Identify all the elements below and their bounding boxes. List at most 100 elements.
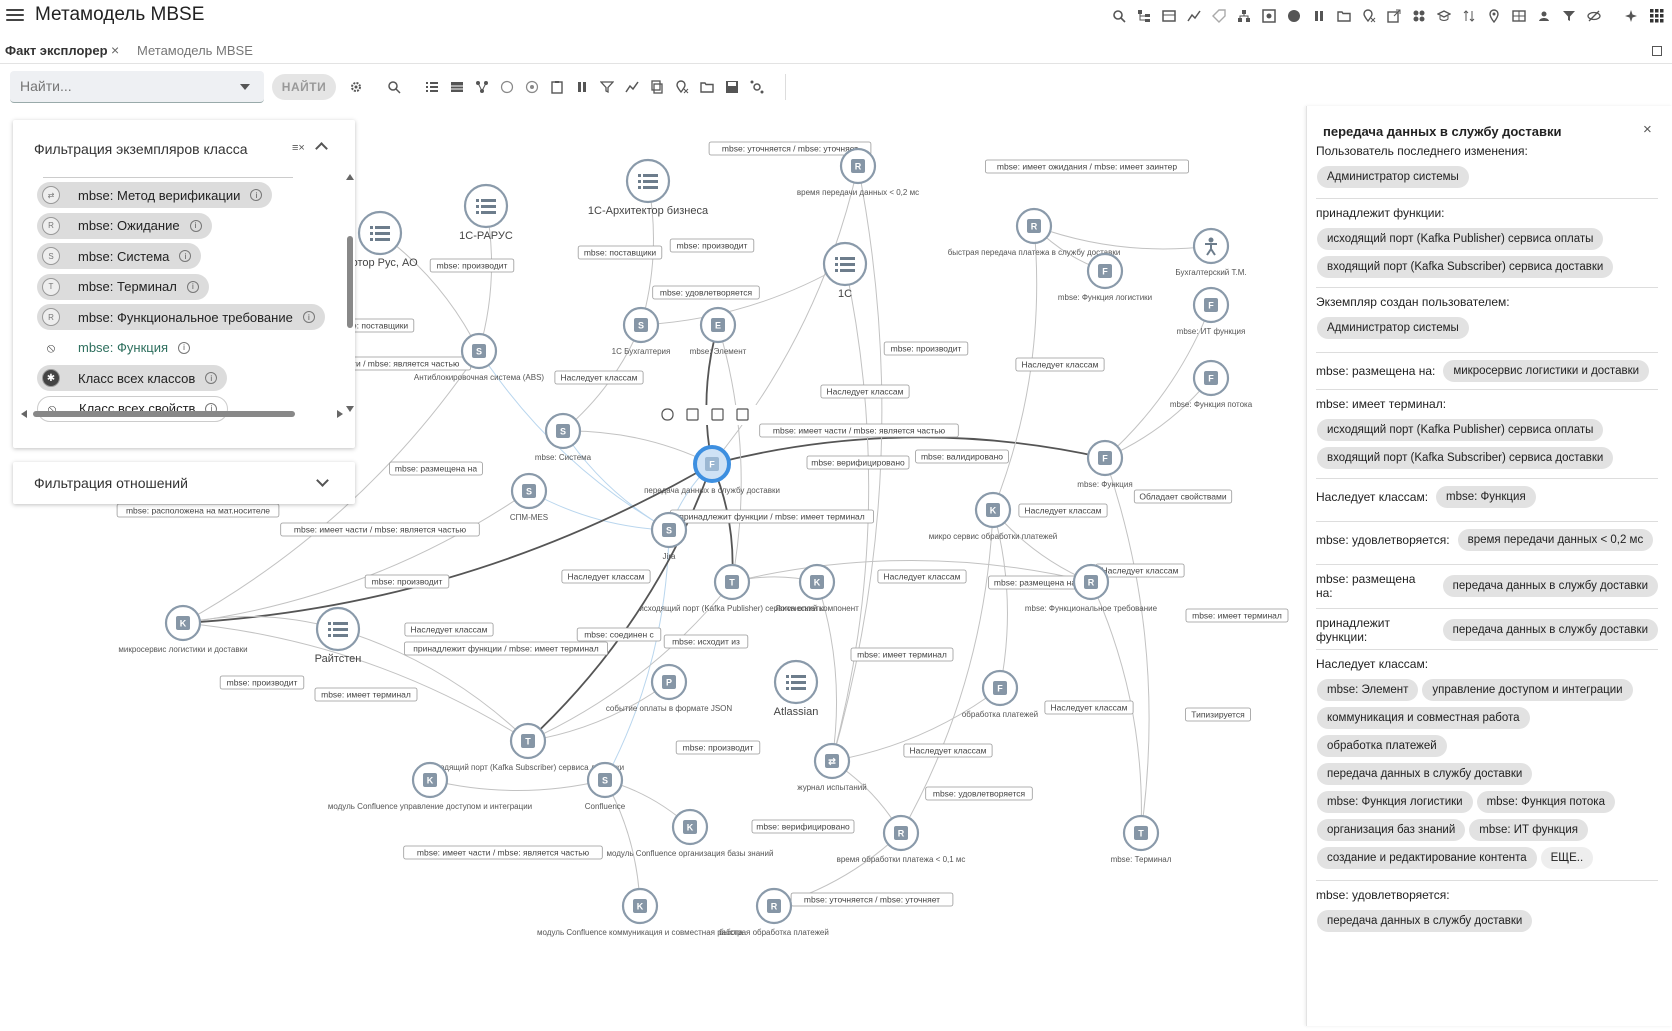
info-icon[interactable]: i xyxy=(189,219,202,232)
edge-label[interactable]: mbse: имеет части / mbse: является часть… xyxy=(759,423,959,438)
settings-nodes-icon[interactable] xyxy=(747,77,767,97)
maximize-icon[interactable] xyxy=(1652,46,1662,56)
value-chip[interactable]: Администратор системы xyxy=(1317,317,1469,339)
edge-label[interactable]: Наследует классам xyxy=(1018,503,1108,518)
class-chip[interactable]: Tmbse: Терминал i xyxy=(37,273,209,300)
filter-icon[interactable] xyxy=(1558,5,1580,27)
graph-edge[interactable] xyxy=(1104,377,1212,459)
graph-edge[interactable] xyxy=(379,232,480,352)
target-icon[interactable] xyxy=(522,77,542,97)
graph-edge[interactable] xyxy=(527,463,713,742)
people-icon[interactable] xyxy=(1533,5,1555,27)
tab-metamodel[interactable]: Метамодель MBSE xyxy=(137,43,253,58)
edge-label[interactable]: mbse: верифицировано xyxy=(751,819,855,834)
value-chip[interactable]: передача данных в службу доставки xyxy=(1317,763,1533,785)
graph-node[interactable]: K Логический компонент xyxy=(775,563,859,613)
edge-label[interactable]: mbse: имеет терминал xyxy=(314,687,418,702)
close-icon[interactable]: × xyxy=(1643,121,1652,138)
save-icon[interactable] xyxy=(722,77,742,97)
value-chip[interactable]: коммуникация и совместная работа xyxy=(1317,707,1530,729)
graph-edge[interactable] xyxy=(604,779,641,907)
value-chip[interactable]: входящий порт (Kafka Subscriber) сервиса… xyxy=(1317,447,1614,469)
value-chip[interactable]: входящий порт (Kafka Subscriber) сервиса… xyxy=(1317,256,1614,278)
pause-icon[interactable] xyxy=(572,77,592,97)
info-icon[interactable] xyxy=(497,77,517,97)
clear-filter-icon[interactable]: ≡× xyxy=(292,142,305,154)
chart-line-icon[interactable] xyxy=(622,77,642,97)
graph-edge[interactable] xyxy=(1033,225,1212,250)
value-chip[interactable]: исходящий порт (Kafka Publisher) сервиса… xyxy=(1317,419,1604,441)
graph-node[interactable]: ⇄ журнал испытаний xyxy=(797,742,867,792)
graph-node[interactable]: Fпередача данных в службу доставки xyxy=(644,445,780,495)
graph-node[interactable]: 1С-РАРУС xyxy=(459,183,513,242)
horizontal-scrollbar[interactable] xyxy=(21,410,343,418)
value-chip[interactable]: mbse: Функция потока xyxy=(1476,791,1615,813)
graph-node[interactable]: Fобработка платежей xyxy=(962,669,1038,719)
edge-label[interactable]: mbse: имеет терминал xyxy=(1185,608,1289,623)
edge-label[interactable]: mbse: имеет ожидания / mbse: имеет заинт… xyxy=(985,159,1190,174)
relation-filter-panel[interactable]: Фильтрация отношений xyxy=(13,462,355,504)
edge-label[interactable]: Наследует классам xyxy=(404,622,494,637)
edge-label[interactable]: mbse: производит xyxy=(675,740,761,755)
edge-label[interactable]: Наследует классам xyxy=(1015,357,1105,372)
info-icon[interactable]: i xyxy=(250,189,263,201)
value-chip[interactable]: микросервис логистики и доставки xyxy=(1443,360,1650,382)
find-button[interactable]: НАЙТИ xyxy=(272,74,336,100)
graph-node[interactable]: Kмодуль Confluence организация базы знан… xyxy=(606,808,774,858)
value-chip[interactable]: mbse: Функция логистики xyxy=(1317,791,1473,813)
graph-edge[interactable] xyxy=(705,324,719,465)
location-off-icon[interactable] xyxy=(672,77,692,97)
edge-label[interactable]: Типизируется xyxy=(1185,707,1252,722)
graph-node[interactable]: Fmbse: ИТ функция xyxy=(1177,286,1246,336)
edge-label[interactable]: Наследует классам xyxy=(820,384,910,399)
clipboard-icon[interactable] xyxy=(547,77,567,97)
search-field[interactable] xyxy=(10,71,264,103)
edge-label[interactable]: mbse: уточняется / mbse: уточняет xyxy=(790,892,954,907)
filter-icon[interactable] xyxy=(597,77,617,97)
graph-node[interactable]: Kмодуль Confluence коммуникация и совмес… xyxy=(537,887,744,937)
vertical-scrollbar[interactable] xyxy=(345,174,355,414)
graph-node[interactable]: Tmbse: Терминал xyxy=(1111,814,1172,864)
graph-node[interactable]: Kмикросервис логистики и доставки xyxy=(118,604,248,654)
graph-edge[interactable] xyxy=(528,490,670,531)
list-icon[interactable] xyxy=(422,77,442,97)
graph-node[interactable]: Smbse: Система xyxy=(535,412,592,462)
graph-node[interactable]: Бухгалтерский Т.М. xyxy=(1175,227,1247,277)
graph-node[interactable]: Pсобытие оплаты в формате JSON xyxy=(606,663,733,713)
edge-label[interactable]: mbse: имеет части / mbse: является часть… xyxy=(280,522,480,537)
graph-node[interactable]: Rвремя обработки платежа < 0,1 мс xyxy=(837,814,966,864)
value-chip[interactable]: передача данных в службу доставки xyxy=(1442,575,1658,597)
graph-node[interactable]: S Confluence xyxy=(585,761,626,811)
value-chip[interactable]: создание и редактирование контента xyxy=(1317,847,1537,869)
class-chip[interactable]: Rmbse: Ожидание i xyxy=(37,212,212,239)
tag-icon[interactable] xyxy=(1208,5,1230,27)
value-chip[interactable]: mbse: Элемент xyxy=(1317,679,1419,701)
image-icon[interactable] xyxy=(1258,5,1280,27)
edge-label[interactable]: mbse: производит xyxy=(883,341,969,356)
value-chip[interactable]: исходящий порт (Kafka Publisher) сервиса… xyxy=(1317,228,1604,250)
school-icon[interactable] xyxy=(1433,5,1455,27)
grid-table-icon[interactable] xyxy=(1508,5,1530,27)
table-icon[interactable] xyxy=(1158,5,1180,27)
graph-node[interactable]: Fmbse: Функция логистики xyxy=(1058,252,1152,302)
location-off-icon[interactable] xyxy=(1358,5,1380,27)
edge-label[interactable]: Наследует классам xyxy=(554,370,644,385)
edge-label[interactable]: mbse: производит xyxy=(429,258,515,273)
edge-label[interactable]: mbse: удовлетворяется xyxy=(652,285,760,300)
sort-icon[interactable] xyxy=(1458,5,1480,27)
class-chip[interactable]: ✱ Класс всех классов i xyxy=(37,365,228,391)
sparkle-icon[interactable] xyxy=(1621,5,1643,27)
edge-label[interactable]: Наследует классам xyxy=(1095,563,1185,578)
search-icon[interactable] xyxy=(1108,5,1130,27)
info-icon[interactable]: i xyxy=(302,311,315,323)
graph-node[interactable]: Embse: Элемент xyxy=(690,306,747,356)
graph-node[interactable]: Rвремя передачи данных < 0,2 мс xyxy=(797,147,919,197)
graph-node[interactable]: S Jira xyxy=(650,511,688,561)
edge-label[interactable]: Обладает свойствами xyxy=(1133,489,1233,504)
tab-fact-explorer[interactable]: Факт эксплорер xyxy=(5,43,108,58)
graph-icon[interactable] xyxy=(472,77,492,97)
chevron-up-icon[interactable] xyxy=(315,142,328,155)
group-icon[interactable] xyxy=(1408,5,1430,27)
edge-label[interactable]: принадлежит функции / mbse: имеет термин… xyxy=(670,509,875,524)
class-chip[interactable]: Smbse: Система i xyxy=(37,243,202,269)
